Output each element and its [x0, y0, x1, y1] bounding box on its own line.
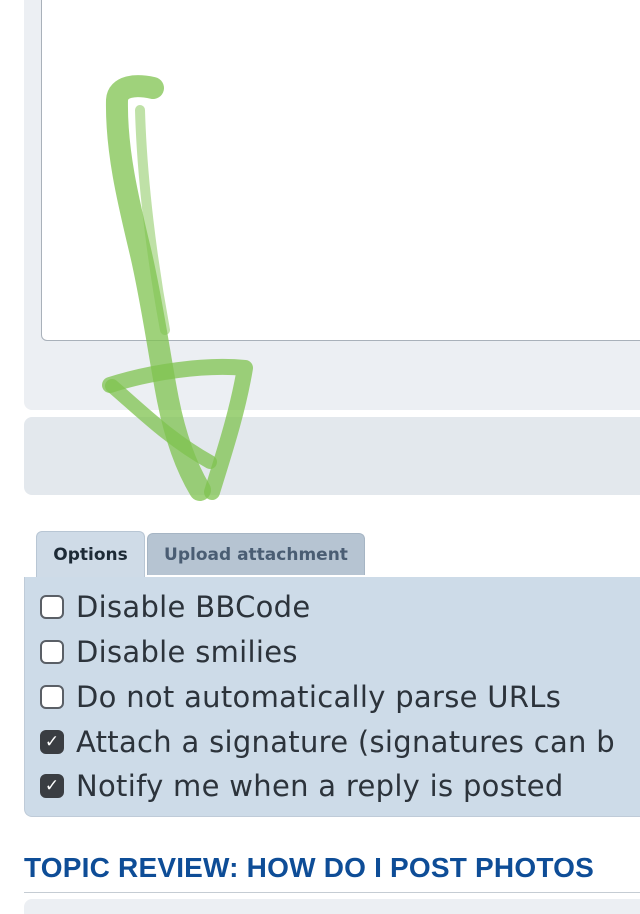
option-disable-magic-url[interactable]: Do not automatically parse URLs: [40, 677, 561, 717]
option-label: Attach a signature (signatures can b: [76, 725, 615, 759]
checkbox-disable-magic-url[interactable]: [40, 685, 64, 709]
tab-label: Options: [53, 544, 128, 565]
option-label: Disable smilies: [76, 635, 298, 669]
message-textarea[interactable]: [41, 0, 640, 341]
option-label: Notify me when a reply is posted: [76, 769, 564, 803]
option-disable-smilies[interactable]: Disable smilies: [40, 632, 298, 672]
option-notify-reply[interactable]: ✓ Notify me when a reply is posted: [40, 766, 564, 806]
topic-review-heading: TOPIC REVIEW: HOW DO I POST PHOTOS: [24, 852, 594, 883]
option-label: Disable BBCode: [76, 590, 311, 624]
checkbox-disable-smilies[interactable]: [40, 640, 64, 664]
tab-label: Upload attachment: [164, 544, 348, 565]
submit-buttons-panel: [24, 417, 640, 495]
tab-options[interactable]: Options: [36, 531, 145, 577]
checkbox-disable-bbcode[interactable]: [40, 595, 64, 619]
heading-divider: [24, 892, 640, 893]
checkbox-attach-signature[interactable]: ✓: [40, 730, 64, 754]
option-label: Do not automatically parse URLs: [76, 680, 562, 714]
posting-page: Options Upload attachment Disable BBCode…: [0, 0, 640, 914]
option-disable-bbcode[interactable]: Disable BBCode: [40, 587, 311, 627]
checkmark-icon: ✓: [44, 731, 60, 752]
topic-review-panel: [24, 899, 640, 914]
option-attach-signature[interactable]: ✓ Attach a signature (signatures can b: [40, 722, 615, 762]
checkbox-notify-reply[interactable]: ✓: [40, 774, 64, 798]
tab-upload-attachment[interactable]: Upload attachment: [147, 533, 365, 575]
checkmark-icon: ✓: [44, 775, 60, 796]
